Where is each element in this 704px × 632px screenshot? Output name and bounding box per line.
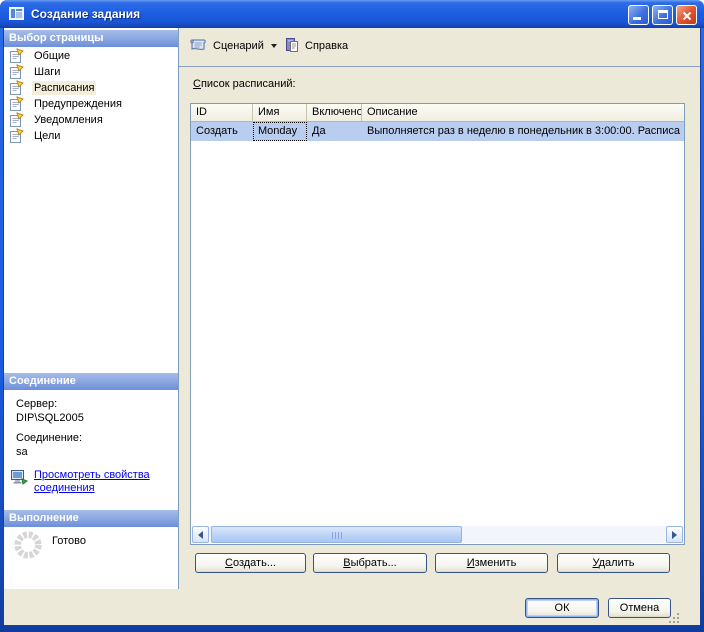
schedule-list[interactable]: ID Имя Включено Описание Создать Monday …	[190, 103, 685, 545]
help-icon	[284, 37, 300, 56]
ok-button[interactable]: ОК	[525, 598, 599, 618]
script-button[interactable]: Сценарий	[185, 35, 280, 57]
page-icon	[9, 80, 25, 96]
sidebar-item-label: Уведомления	[34, 114, 103, 126]
script-button-label: Сценарий	[213, 40, 264, 52]
column-header-description[interactable]: Описание	[362, 104, 684, 121]
close-icon	[681, 10, 693, 25]
connection-section-header: Соединение	[4, 373, 178, 390]
sidebar-item-general[interactable]: Общие	[4, 48, 178, 64]
view-connection-properties-link[interactable]: Просмотреть свойства	[34, 469, 150, 481]
window-controls	[628, 5, 697, 25]
scroll-right-button[interactable]	[666, 526, 683, 543]
sidebar-item-label: Шаги	[34, 66, 61, 78]
table-row[interactable]: Создать Monday Да Выполняется раз в неде…	[191, 122, 684, 141]
pages-section-header: Выбор страницы	[4, 30, 178, 47]
list-header-row: ID Имя Включено Описание	[191, 104, 684, 122]
page-icon	[9, 48, 25, 64]
sidebar-item-schedules[interactable]: Расписания	[4, 80, 178, 96]
sidebar-item-targets[interactable]: Цели	[4, 128, 178, 144]
create-job-dialog: Создание задания Выбор страницы Общие Ша…	[0, 0, 704, 632]
edit-button[interactable]: Изменить	[435, 553, 548, 573]
connection-label: Соединение:	[16, 432, 83, 444]
cell-description[interactable]: Выполняется раз в неделю в понедельник в…	[362, 122, 684, 141]
minimize-button[interactable]	[628, 5, 649, 25]
sidebar-item-label: Общие	[34, 50, 71, 62]
sidebar-item-steps[interactable]: Шаги	[4, 64, 178, 80]
cancel-button[interactable]: Отмена	[608, 598, 671, 618]
dialog-content: Выбор страницы Общие Шаги Расписания Пре…	[4, 28, 700, 625]
progress-section-header: Выполнение	[4, 510, 178, 527]
connection-properties-icon	[10, 469, 29, 485]
maximize-icon	[658, 10, 668, 19]
sidebar-item-alerts[interactable]: Предупреждения	[4, 96, 178, 112]
progress-status: Готово	[52, 535, 86, 547]
page-icon	[9, 128, 25, 144]
scrollbar-thumb[interactable]	[211, 526, 462, 543]
server-label: Сервер:	[16, 398, 58, 410]
cell-enabled[interactable]: Да	[307, 122, 362, 141]
window-title: Создание задания	[31, 7, 141, 21]
maximize-button[interactable]	[652, 5, 673, 25]
progress-spinner-icon	[13, 530, 43, 560]
title-bar[interactable]: Создание задания	[0, 0, 704, 28]
toolbar-separator	[179, 66, 700, 67]
script-icon	[188, 37, 208, 56]
column-header-name[interactable]: Имя	[253, 104, 307, 121]
page-icon	[9, 112, 25, 128]
resize-grip[interactable]	[667, 611, 681, 624]
page-selector-panel: Выбор страницы Общие Шаги Расписания Пре…	[4, 28, 179, 589]
sidebar-item-label: Предупреждения	[34, 98, 122, 110]
connection-value: sa	[16, 446, 28, 458]
window-icon	[9, 6, 25, 22]
sidebar-item-notifications[interactable]: Уведомления	[4, 112, 178, 128]
arrow-right-icon	[672, 530, 677, 539]
page-icon	[9, 64, 25, 80]
sidebar-item-label: Расписания	[32, 81, 97, 95]
column-header-enabled[interactable]: Включено	[307, 104, 362, 121]
pick-button[interactable]: Выбрать...	[313, 553, 427, 573]
view-connection-properties-link-line2[interactable]: соединения	[34, 482, 95, 494]
cell-name[interactable]: Monday	[253, 122, 307, 141]
help-button-label: Справка	[305, 40, 349, 52]
column-header-id[interactable]: ID	[191, 104, 253, 121]
arrow-left-icon	[198, 530, 203, 539]
close-button[interactable]	[676, 5, 697, 25]
scroll-left-button[interactable]	[192, 526, 209, 543]
schedule-list-label: Список расписаний:	[193, 78, 296, 90]
help-button[interactable]: Справка	[281, 35, 351, 57]
scrollbar-grip-icon	[331, 532, 342, 539]
cell-id[interactable]: Создать	[191, 122, 253, 141]
minimize-icon	[633, 17, 641, 20]
server-value: DIP\SQL2005	[16, 412, 84, 424]
create-button[interactable]: Создать...	[195, 553, 306, 573]
delete-button[interactable]: Удалить	[557, 553, 670, 573]
chevron-down-icon	[270, 44, 277, 48]
horizontal-scrollbar[interactable]	[192, 526, 683, 543]
sidebar-item-label: Цели	[34, 130, 61, 142]
page-icon	[9, 96, 25, 112]
